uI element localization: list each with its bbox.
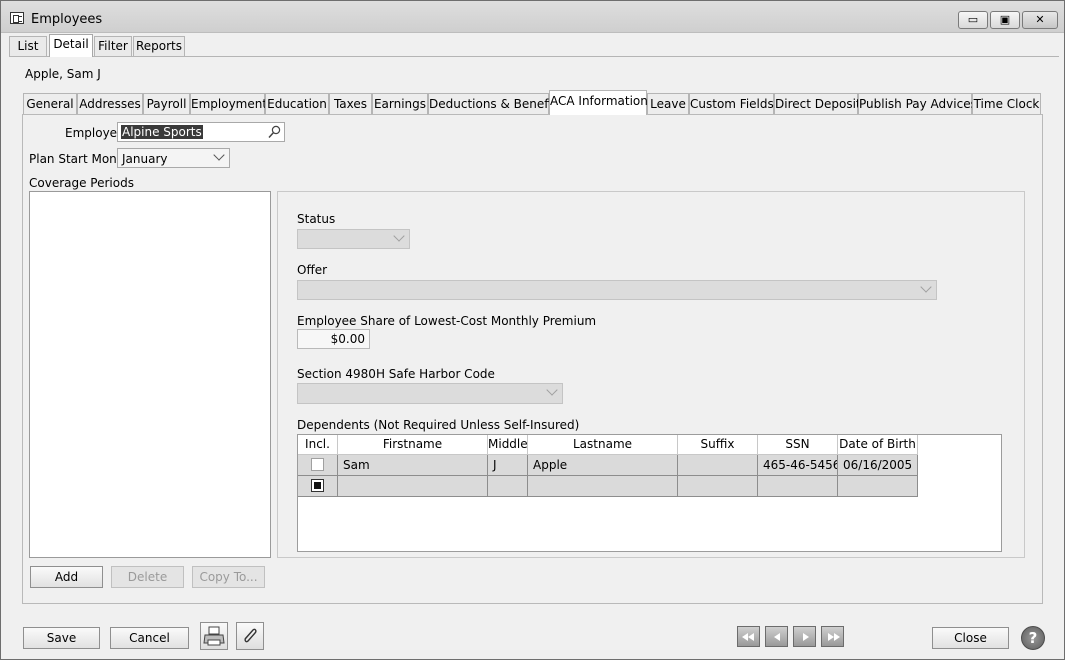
chevron-down-icon	[213, 149, 225, 161]
last-icon-2	[834, 633, 840, 641]
add-button[interactable]: Add	[30, 566, 103, 588]
cell-firstname[interactable]: Sam	[338, 455, 488, 476]
new-cell-lastname[interactable]	[528, 476, 678, 497]
minimize-icon: ▭	[967, 13, 979, 26]
col-ssn[interactable]: SSN	[758, 435, 838, 455]
delete-button[interactable]: Delete	[111, 566, 184, 588]
status-select[interactable]	[297, 229, 410, 249]
premium-label: Employee Share of Lowest-Cost Monthly Pr…	[297, 314, 597, 328]
previous-record-button[interactable]	[765, 626, 788, 647]
col-firstname[interactable]: Firstname	[338, 435, 488, 455]
minimize-button[interactable]: ▭	[958, 11, 988, 29]
tab-filter[interactable]: Filter	[94, 36, 132, 56]
search-icon[interactable]	[267, 125, 281, 139]
premium-field[interactable]: $0.00	[297, 329, 370, 349]
new-row[interactable]	[298, 476, 338, 497]
plan-start-month-select[interactable]: January	[117, 148, 230, 168]
tab-deductions-benefits[interactable]: Deductions & Benefits	[428, 93, 563, 114]
employees-window: Employees ▭ ▣ ✕ List Detail Filter Repor…	[0, 0, 1065, 660]
cell-dob[interactable]: 06/16/2005	[838, 455, 918, 476]
chevron-down-icon	[393, 230, 405, 242]
tab-general[interactable]: General	[23, 93, 77, 114]
plan-start-value: January	[122, 152, 168, 166]
employer-label: Employer	[65, 126, 122, 140]
close-window-button[interactable]: ✕	[1022, 11, 1058, 29]
tab-aca-information[interactable]: ACA Information	[549, 90, 648, 115]
employer-field[interactable]: Alpine Sports	[117, 122, 285, 142]
attach-button[interactable]	[236, 622, 264, 650]
tab-publish-pay-advices[interactable]: Publish Pay Advices	[858, 93, 977, 114]
employee-name: Apple, Sam J	[25, 67, 101, 81]
coverage-periods-label: Coverage Periods	[29, 176, 134, 190]
tab-leave[interactable]: Leave	[647, 93, 689, 114]
cell-ssn[interactable]: 465-46-5456	[758, 455, 838, 476]
paperclip-icon	[244, 628, 257, 643]
last-record-button[interactable]	[821, 626, 844, 647]
new-cell-middle[interactable]	[488, 476, 528, 497]
coverage-periods-list[interactable]	[29, 191, 271, 558]
tab-earnings[interactable]: Earnings	[372, 93, 428, 114]
table-row[interactable]	[298, 455, 338, 476]
chevron-down-icon	[546, 384, 558, 396]
col-suffix[interactable]: Suffix	[678, 435, 758, 455]
tab-education[interactable]: Education	[265, 93, 329, 114]
tab-taxes[interactable]: Taxes	[329, 93, 372, 114]
print-button[interactable]	[200, 622, 228, 650]
safe-harbor-select[interactable]	[297, 383, 563, 404]
window-title: Employees	[31, 12, 103, 27]
cancel-button[interactable]: Cancel	[110, 627, 189, 649]
col-incl[interactable]: Incl.	[298, 435, 338, 455]
offer-select[interactable]	[297, 280, 937, 300]
new-cell-firstname[interactable]	[338, 476, 488, 497]
close-button[interactable]: Close	[932, 627, 1009, 649]
col-lastname[interactable]: Lastname	[528, 435, 678, 455]
new-row-checkbox[interactable]	[311, 479, 324, 492]
col-middle[interactable]: Middle	[488, 435, 528, 455]
tab-employment[interactable]: Employment	[190, 93, 267, 114]
printer-icon	[203, 626, 225, 646]
title-bar: Employees ▭ ▣ ✕	[1, 1, 1064, 33]
tab-reports[interactable]: Reports	[133, 36, 185, 56]
previous-icon	[774, 633, 780, 641]
cell-lastname[interactable]: Apple	[528, 455, 678, 476]
plan-start-label: Plan Start Month	[29, 152, 130, 166]
app-icon	[10, 12, 24, 24]
next-record-button[interactable]	[793, 626, 816, 647]
close-icon: ✕	[1035, 13, 1045, 26]
dependents-grid: Incl. Firstname Middle Lastname Suffix S…	[297, 434, 1002, 552]
tab-time-clock[interactable]: Time Clock	[972, 93, 1041, 114]
next-icon	[803, 633, 809, 641]
status-label: Status	[297, 212, 336, 226]
cell-middle[interactable]: J	[488, 455, 528, 476]
cell-suffix[interactable]	[678, 455, 758, 476]
tab-detail[interactable]: Detail	[49, 34, 93, 57]
new-cell-suffix[interactable]	[678, 476, 758, 497]
col-dob[interactable]: Date of Birth	[838, 435, 918, 455]
safe-harbor-label: Section 4980H Safe Harbor Code	[297, 367, 495, 381]
help-icon[interactable]: ?	[1021, 626, 1045, 650]
new-cell-dob[interactable]	[838, 476, 918, 497]
chevron-down-icon	[920, 281, 932, 293]
maximize-button[interactable]: ▣	[990, 11, 1020, 29]
copy-to-button[interactable]: Copy To...	[192, 566, 265, 588]
new-cell-ssn[interactable]	[758, 476, 838, 497]
offer-label: Offer	[297, 263, 328, 277]
employer-value: Alpine Sports	[121, 125, 203, 139]
save-button[interactable]: Save	[23, 627, 100, 649]
tab-list[interactable]: List	[9, 36, 47, 56]
first-record-button[interactable]	[737, 626, 760, 647]
include-checkbox[interactable]	[311, 458, 324, 471]
tab-custom-fields[interactable]: Custom Fields	[689, 93, 774, 114]
tab-addresses[interactable]: Addresses	[77, 93, 143, 114]
maximize-icon: ▣	[999, 13, 1011, 26]
tab-payroll[interactable]: Payroll	[143, 93, 190, 114]
tab-direct-deposit[interactable]: Direct Deposit	[774, 93, 861, 114]
dependents-label: Dependents (Not Required Unless Self-Ins…	[297, 418, 580, 432]
premium-value: $0.00	[330, 332, 365, 346]
first-icon-2	[748, 633, 754, 641]
